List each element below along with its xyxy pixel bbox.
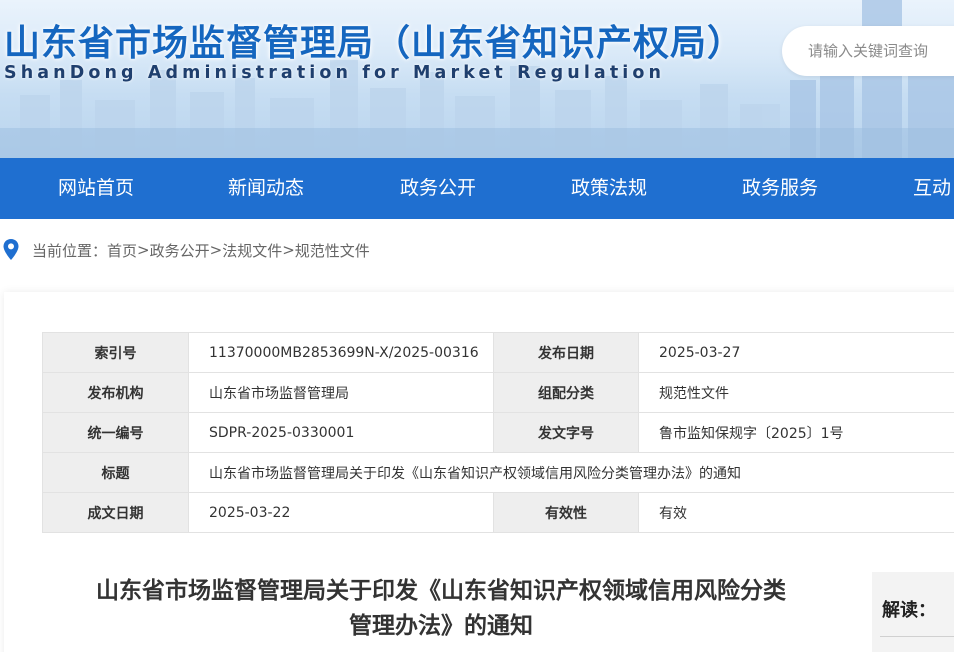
interpretation-label: 解读： xyxy=(882,600,936,621)
search-input[interactable] xyxy=(782,26,954,76)
table-row: 统一编号 SDPR-2025-0330001 发文字号 鲁市监知保规字〔2025… xyxy=(42,412,954,453)
article-title: 山东省市场监督管理局关于印发《山东省知识产权领域信用风险分类 管理办法》的通知 xyxy=(44,574,838,644)
meta-label: 有效性 xyxy=(493,492,639,533)
meta-label: 发布机构 xyxy=(42,372,189,413)
site-subtitle: ShanDong Administration for Market Regul… xyxy=(4,63,666,83)
meta-value-validity: 有效 xyxy=(638,492,954,533)
breadcrumb-normative-documents[interactable]: 规范性文件 xyxy=(295,240,370,261)
table-row: 索引号 11370000MB2853699N-X/2025-00316 发布日期… xyxy=(42,332,954,373)
meta-label: 组配分类 xyxy=(493,372,639,413)
divider xyxy=(880,636,954,637)
nav-item-services[interactable]: 政务服务 xyxy=(742,158,818,219)
meta-label: 成文日期 xyxy=(42,492,189,533)
table-row: 成文日期 2025-03-22 有效性 有效 xyxy=(42,492,954,533)
breadcrumb-government-affairs[interactable]: 政务公开 xyxy=(150,240,210,261)
meta-value-issuing-agency: 山东省市场监督管理局 xyxy=(188,372,494,413)
search-box xyxy=(782,26,954,76)
article-title-line: 山东省市场监督管理局关于印发《山东省知识产权领域信用风险分类 xyxy=(96,578,786,604)
meta-value-unified-number: SDPR-2025-0330001 xyxy=(188,412,494,453)
breadcrumb-home[interactable]: 首页 xyxy=(107,240,137,261)
nav-item-interaction[interactable]: 互动 xyxy=(913,158,951,219)
nav-item-policies[interactable]: 政策法规 xyxy=(571,158,647,219)
table-row: 发布机构 山东省市场监督管理局 组配分类 规范性文件 xyxy=(42,372,954,413)
meta-value-category: 规范性文件 xyxy=(638,372,954,413)
meta-value-title: 山东省市场监督管理局关于印发《山东省知识产权领域信用风险分类管理办法》的通知 xyxy=(188,452,954,493)
breadcrumb-separator: > xyxy=(282,241,295,259)
meta-value-index-number: 11370000MB2853699N-X/2025-00316 xyxy=(188,332,494,373)
document-metadata-table: 索引号 11370000MB2853699N-X/2025-00316 发布日期… xyxy=(42,332,954,533)
meta-value-written-date: 2025-03-22 xyxy=(188,492,494,533)
meta-label: 发文字号 xyxy=(493,412,639,453)
main-nav: 网站首页 新闻动态 政务公开 政策法规 政务服务 互动 xyxy=(0,158,954,219)
breadcrumb-regulations[interactable]: 法规文件 xyxy=(222,240,282,261)
meta-label: 发布日期 xyxy=(493,332,639,373)
breadcrumb: 当前位置： 首页 > 政务公开 > 法规文件 > 规范性文件 xyxy=(0,232,954,268)
site-banner: 山东省市场监督管理局（山东省知识产权局） ShanDong Administra… xyxy=(0,0,954,158)
meta-value-publish-date: 2025-03-27 xyxy=(638,332,954,373)
breadcrumb-separator: > xyxy=(137,241,150,259)
breadcrumb-prefix: 当前位置： xyxy=(32,241,108,260)
nav-item-home[interactable]: 网站首页 xyxy=(58,158,134,219)
meta-label: 标题 xyxy=(42,452,189,493)
map-pin-icon xyxy=(3,239,19,260)
meta-value-document-number: 鲁市监知保规字〔2025〕1号 xyxy=(638,412,954,453)
nav-item-news[interactable]: 新闻动态 xyxy=(228,158,304,219)
site-title: 山东省市场监督管理局（山东省知识产权局） xyxy=(4,23,745,64)
article-title-line: 管理办法》的通知 xyxy=(349,613,533,639)
table-row: 标题 山东省市场监督管理局关于印发《山东省知识产权领域信用风险分类管理办法》的通… xyxy=(42,452,954,493)
interpretation-box[interactable]: 解读： xyxy=(872,572,954,652)
breadcrumb-separator: > xyxy=(209,241,223,259)
meta-label: 索引号 xyxy=(42,332,189,373)
meta-label: 统一编号 xyxy=(42,412,189,453)
nav-item-government-affairs[interactable]: 政务公开 xyxy=(400,158,476,219)
